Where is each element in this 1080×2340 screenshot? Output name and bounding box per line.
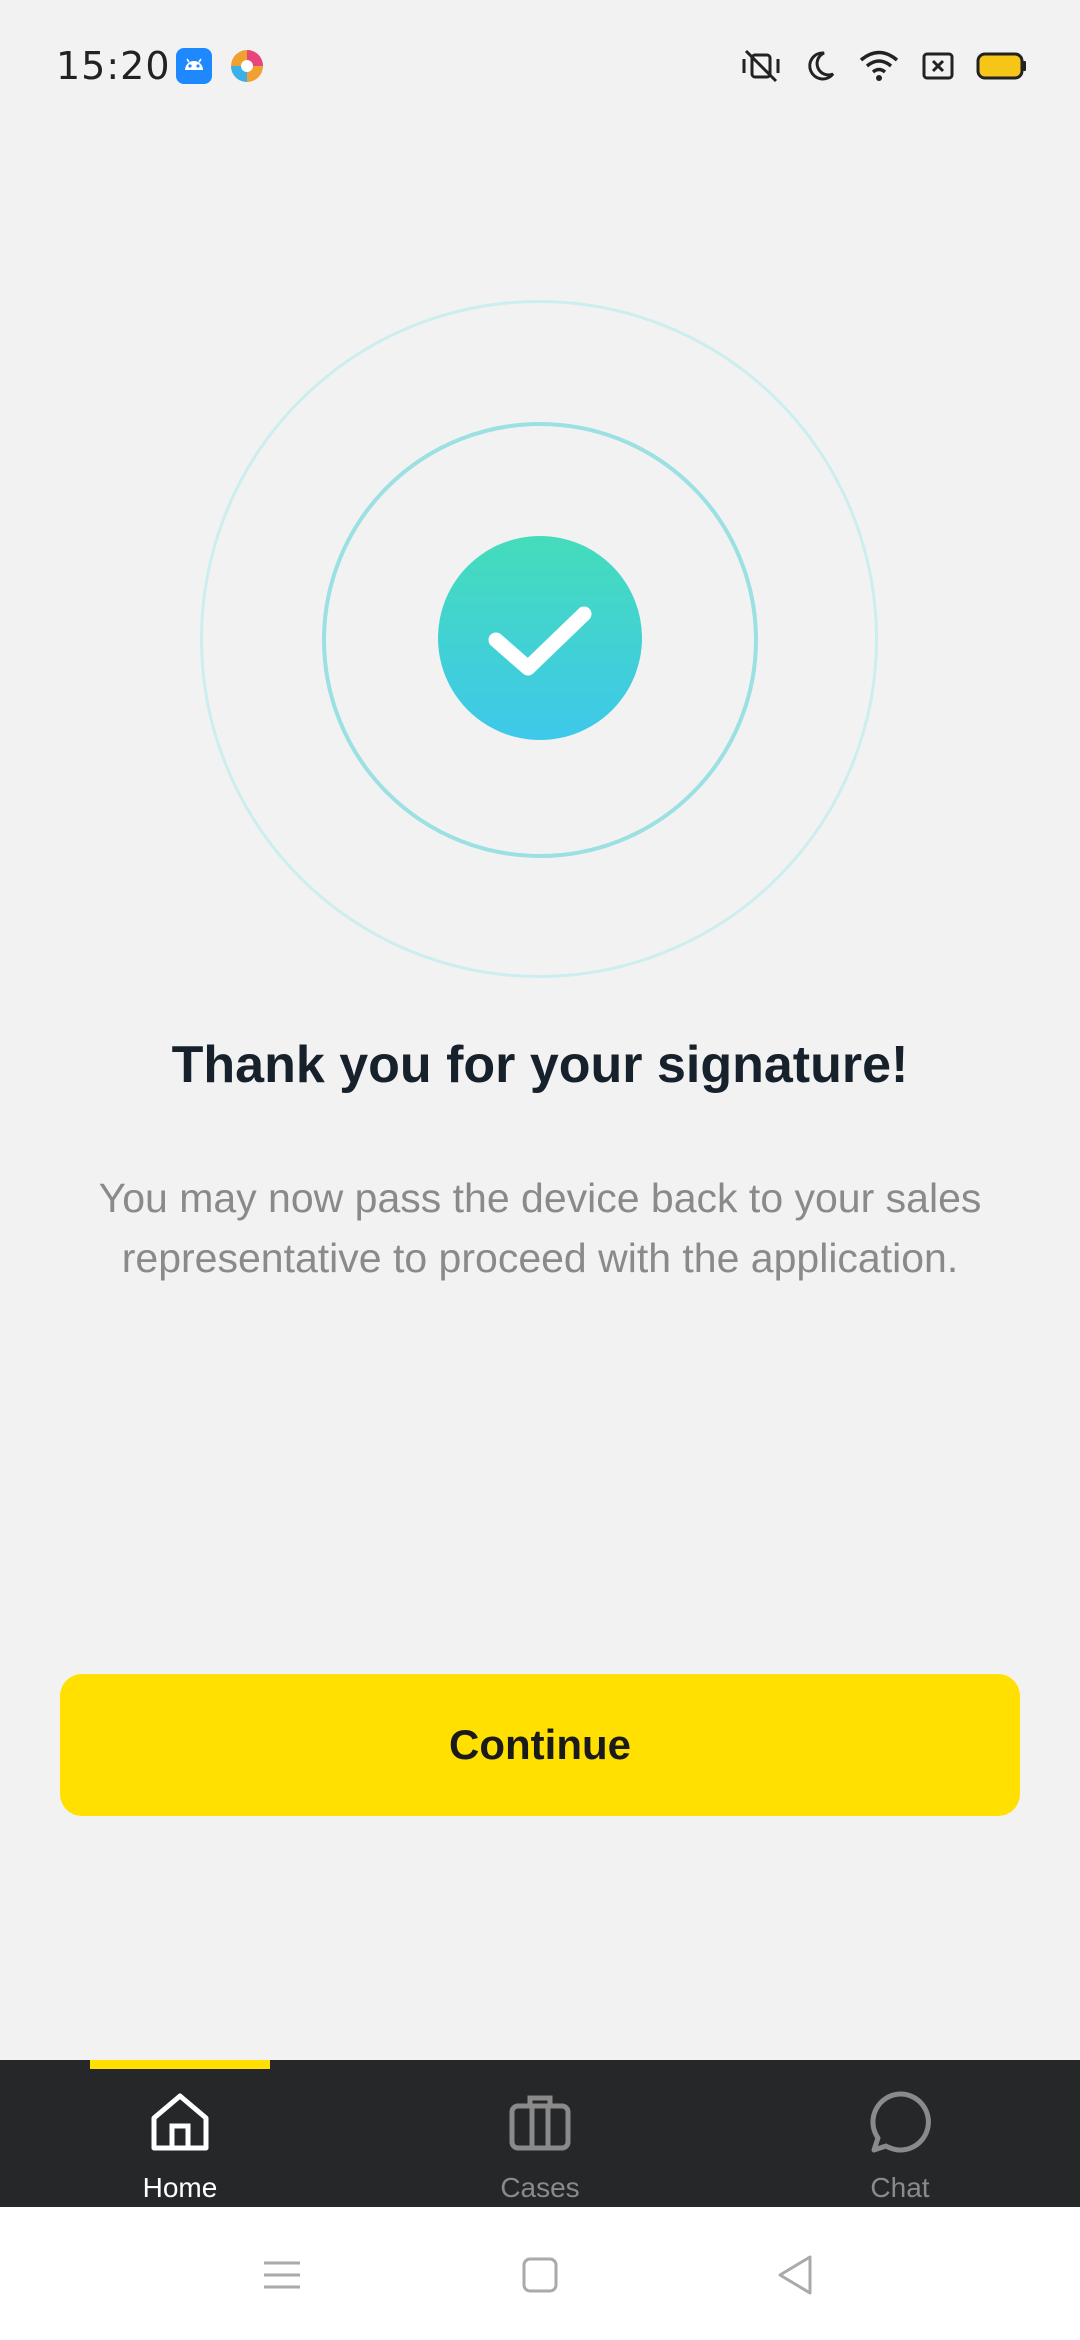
system-nav-bar [0, 2207, 1080, 2340]
status-bar: 15:20 [0, 0, 1080, 135]
android-app-icon [176, 48, 212, 84]
bottom-tab-bar: Home Cases Chat [0, 2060, 1080, 2207]
success-graphic [200, 300, 880, 980]
wifi-icon [858, 49, 900, 83]
tab-cases-label: Cases [500, 2172, 580, 2203]
status-time: 15:20 [56, 44, 171, 88]
tab-cases[interactable]: Cases [360, 2060, 720, 2207]
chat-bubble-icon [868, 2090, 932, 2154]
status-icons [738, 46, 1028, 86]
browser-app-icon [229, 48, 265, 84]
page-title: Thank you for your signature! [171, 1036, 909, 1094]
continue-button[interactable]: Continue [60, 1674, 1020, 1816]
checkmark-icon [438, 536, 642, 740]
home-square-icon[interactable] [516, 2251, 564, 2299]
success-message: You may now pass the device back to your… [98, 1175, 982, 1281]
tab-home[interactable]: Home [0, 2060, 360, 2207]
menu-icon[interactable] [258, 2251, 306, 2299]
tab-chat[interactable]: Chat [720, 2060, 1080, 2207]
home-icon [148, 2090, 212, 2154]
back-triangle-icon[interactable] [772, 2251, 820, 2299]
vibrate-mute-icon [738, 49, 784, 83]
sim-icon [922, 51, 954, 81]
battery-icon [976, 51, 1028, 81]
do-not-disturb-icon [806, 50, 836, 82]
tab-chat-label: Chat [870, 2172, 930, 2203]
briefcase-icon [508, 2090, 572, 2154]
tab-home-label: Home [142, 2172, 218, 2203]
